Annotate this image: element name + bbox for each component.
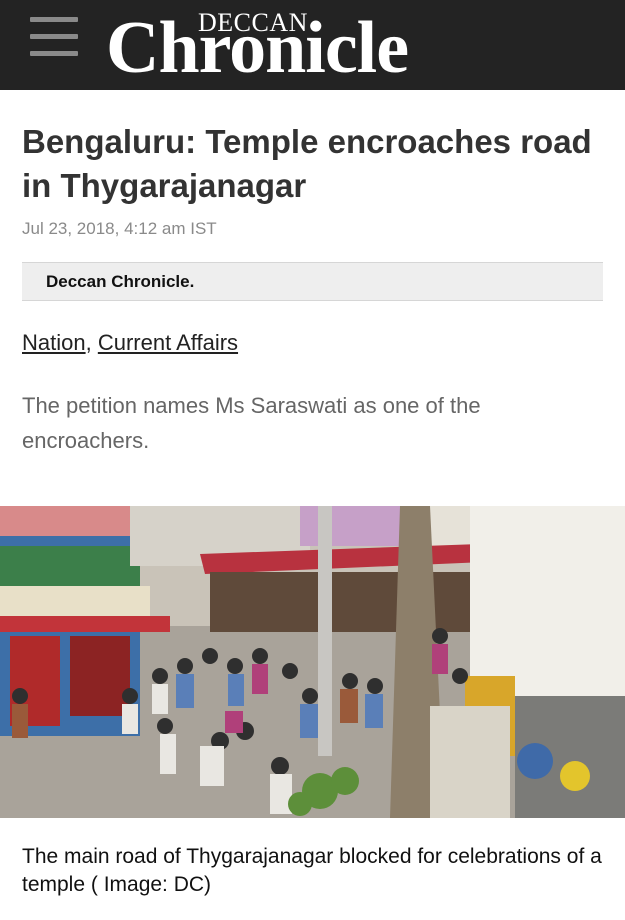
article-title: Bengaluru: Temple encroaches road in Thy… [22,123,592,204]
menu-line [30,34,78,39]
category-link-nation[interactable]: Nation [22,330,86,355]
article-date: Jul 23, 2018, 4:12 am IST [22,219,217,238]
top-bar: Chronicle DECCAN [0,0,625,90]
category-link-current-affairs[interactable]: Current Affairs [98,330,238,355]
category-separator: , [85,330,98,355]
author-name[interactable]: Deccan Chronicle. [46,272,194,292]
article-image[interactable] [0,506,625,818]
menu-line [30,51,78,56]
site-logo[interactable]: Chronicle DECCAN [106,4,436,88]
author-box: Deccan Chronicle. [22,262,603,301]
street-scene-illustration [0,506,625,818]
hamburger-menu-icon[interactable] [30,17,78,59]
image-caption: The main road of Thygarajanagar blocked … [22,845,602,896]
article-summary: The petition names Ms Saraswati as one o… [22,393,481,453]
logo-deccan: DECCAN [198,8,308,37]
category-links: Nation, Current Affairs [22,330,238,356]
menu-line [30,17,78,22]
